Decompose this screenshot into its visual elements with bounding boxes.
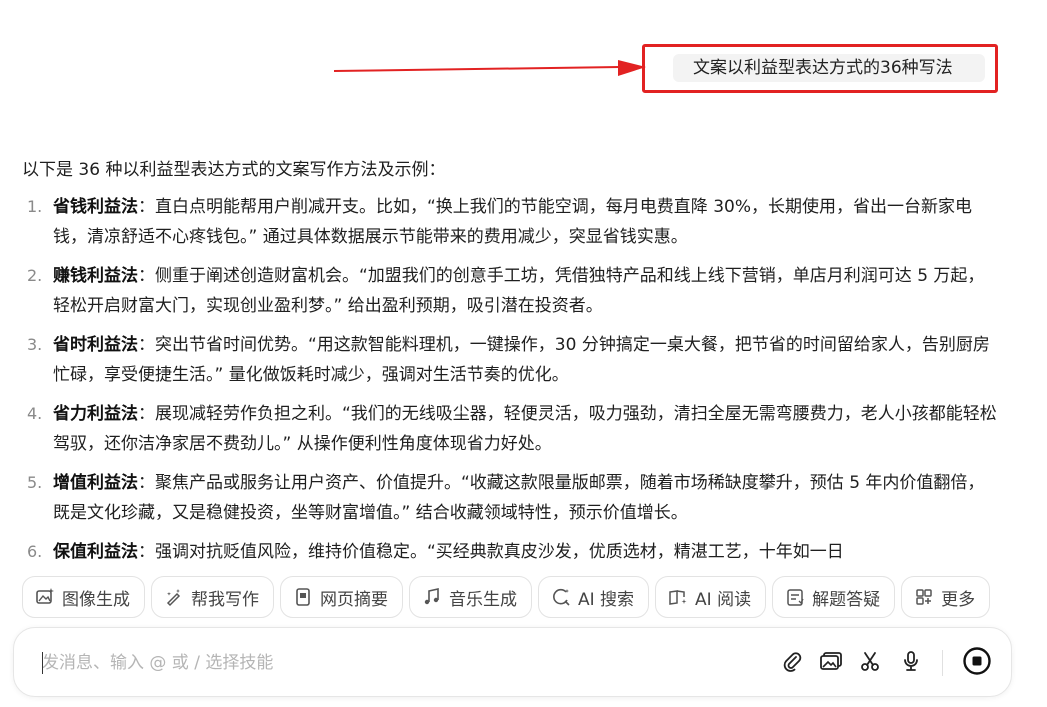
answer-intro: 以下是 36 种以利益型表达方式的文案写作方法及示例： bbox=[22, 160, 446, 180]
skill-label: 图像生成 bbox=[62, 589, 130, 610]
skill-label: 解题答疑 bbox=[812, 589, 881, 610]
paperclip-icon bbox=[781, 650, 803, 676]
skill-music-button[interactable]: 音乐生成 bbox=[409, 576, 532, 618]
list-number: 4. bbox=[27, 404, 43, 423]
skill-ai-read-button[interactable]: AI 阅读 bbox=[655, 576, 767, 618]
list-number: 2. bbox=[27, 266, 43, 285]
attach-button[interactable] bbox=[778, 649, 806, 677]
skill-bar: 图像生成 帮我写作 网页摘要 音乐生成 AI 搜索 AI 阅读 解题答疑 更多 bbox=[22, 576, 991, 618]
skill-write-button[interactable]: 帮我写作 bbox=[151, 576, 274, 618]
skill-label: 帮我写作 bbox=[191, 589, 259, 610]
list-item: 6. 保值利益法：强调对抗贬值风险，维持价值稳定。“买经典款真皮沙发，优质选材，精… bbox=[22, 537, 997, 563]
voice-input-button[interactable] bbox=[897, 649, 925, 677]
method-term: 保值利益法 bbox=[53, 542, 138, 562]
skill-solve-button[interactable]: 解题答疑 bbox=[772, 576, 896, 618]
list-item: 3. 省时利益法：突出节省时间优势。“用这款智能料理机，一键操作，30 分钟搞定一… bbox=[22, 330, 997, 390]
toolbar-divider bbox=[942, 650, 943, 676]
skill-label: 网页摘要 bbox=[320, 589, 388, 610]
method-term: 省钱利益法 bbox=[53, 197, 138, 217]
screenshot-button[interactable] bbox=[856, 649, 884, 677]
more-apps-icon bbox=[914, 587, 934, 607]
method-desc: ：突出节省时间优势。“用这款智能料理机，一键操作，30 分钟搞定一桌大餐，把节省… bbox=[53, 335, 990, 385]
list-item: 1. 省钱利益法：直白点明能帮用户削减开支。比如，“换上我们的节能空调，每月电费直… bbox=[22, 192, 997, 252]
ai-search-icon bbox=[551, 587, 571, 607]
method-term: 增值利益法 bbox=[53, 473, 138, 493]
method-term: 省力利益法 bbox=[53, 404, 138, 424]
method-desc: ：强调对抗贬值风险，维持价值稳定。“买经典款真皮沙发，优质选材，精湛工艺，十年如… bbox=[138, 542, 844, 562]
skill-label: AI 阅读 bbox=[695, 589, 752, 610]
skill-label: 更多 bbox=[941, 589, 976, 610]
query-highlight-box: 文案以利益型表达方式的36种写法 bbox=[642, 44, 998, 93]
message-input[interactable] bbox=[42, 648, 642, 678]
list-item: 4. 省力利益法：展现减轻劳作负担之利。“我们的无线吸尘器，轻便灵活，吸力强劲，清… bbox=[22, 399, 997, 459]
method-term: 赚钱利益法 bbox=[53, 266, 138, 286]
webpage-summary-icon bbox=[293, 587, 313, 607]
annotation-arrow bbox=[333, 60, 646, 76]
list-item: 5. 增值利益法：聚焦产品或服务让用户资产、价值提升。“收藏这款限量版邮票，随着市… bbox=[22, 468, 997, 528]
write-icon bbox=[164, 587, 184, 607]
music-icon bbox=[422, 587, 442, 607]
list-number: 3. bbox=[27, 335, 43, 354]
answer-content: 以下是 36 种以利益型表达方式的文案写作方法及示例： 1. 省钱利益法：直白点明… bbox=[22, 155, 997, 563]
skill-more-button[interactable]: 更多 bbox=[901, 576, 991, 618]
user-query-bubble: 文案以利益型表达方式的36种写法 bbox=[673, 54, 985, 82]
method-desc: ：展现减轻劳作负担之利。“我们的无线吸尘器，轻便灵活，吸力强劲，清扫全屋无需弯腰… bbox=[53, 404, 997, 454]
skill-ai-search-button[interactable]: AI 搜索 bbox=[538, 576, 650, 618]
method-desc: ：侧重于阐述创造财富机会。“加盟我们的创意手工坊，凭借独特产品和线上线下营销，单… bbox=[53, 266, 985, 316]
microphone-icon bbox=[900, 650, 922, 676]
text-caret bbox=[42, 652, 43, 674]
image-upload-button[interactable] bbox=[817, 649, 845, 677]
list-number: 6. bbox=[27, 542, 43, 561]
method-desc: ：直白点明能帮用户削减开支。比如，“换上我们的节能空调，每月电费直降 30%，长… bbox=[53, 197, 972, 247]
list-number: 1. bbox=[27, 197, 43, 216]
image-gen-icon bbox=[35, 587, 55, 607]
skill-webpage-summary-button[interactable]: 网页摘要 bbox=[280, 576, 403, 618]
scissors-icon bbox=[859, 650, 881, 676]
stop-icon bbox=[962, 646, 992, 680]
message-composer bbox=[13, 627, 1012, 697]
method-list: 1. 省钱利益法：直白点明能帮用户削减开支。比如，“换上我们的节能空调，每月电费直… bbox=[22, 192, 997, 563]
skill-image-gen-button[interactable]: 图像生成 bbox=[22, 576, 145, 618]
stop-generation-button[interactable] bbox=[962, 646, 992, 680]
method-term: 省时利益法 bbox=[53, 335, 138, 355]
skill-label: 音乐生成 bbox=[449, 589, 517, 610]
method-desc: ：聚焦产品或服务让用户资产、价值提升。“收藏这款限量版邮票，随着市场稀缺度攀升，… bbox=[53, 473, 985, 523]
list-number: 5. bbox=[27, 473, 43, 492]
image-upload-icon bbox=[819, 650, 843, 676]
skill-label: AI 搜索 bbox=[578, 589, 635, 610]
ai-read-icon bbox=[668, 587, 688, 607]
solve-icon bbox=[785, 587, 805, 607]
list-item: 2. 赚钱利益法：侧重于阐述创造财富机会。“加盟我们的创意手工坊，凭借独特产品和线… bbox=[22, 261, 997, 321]
